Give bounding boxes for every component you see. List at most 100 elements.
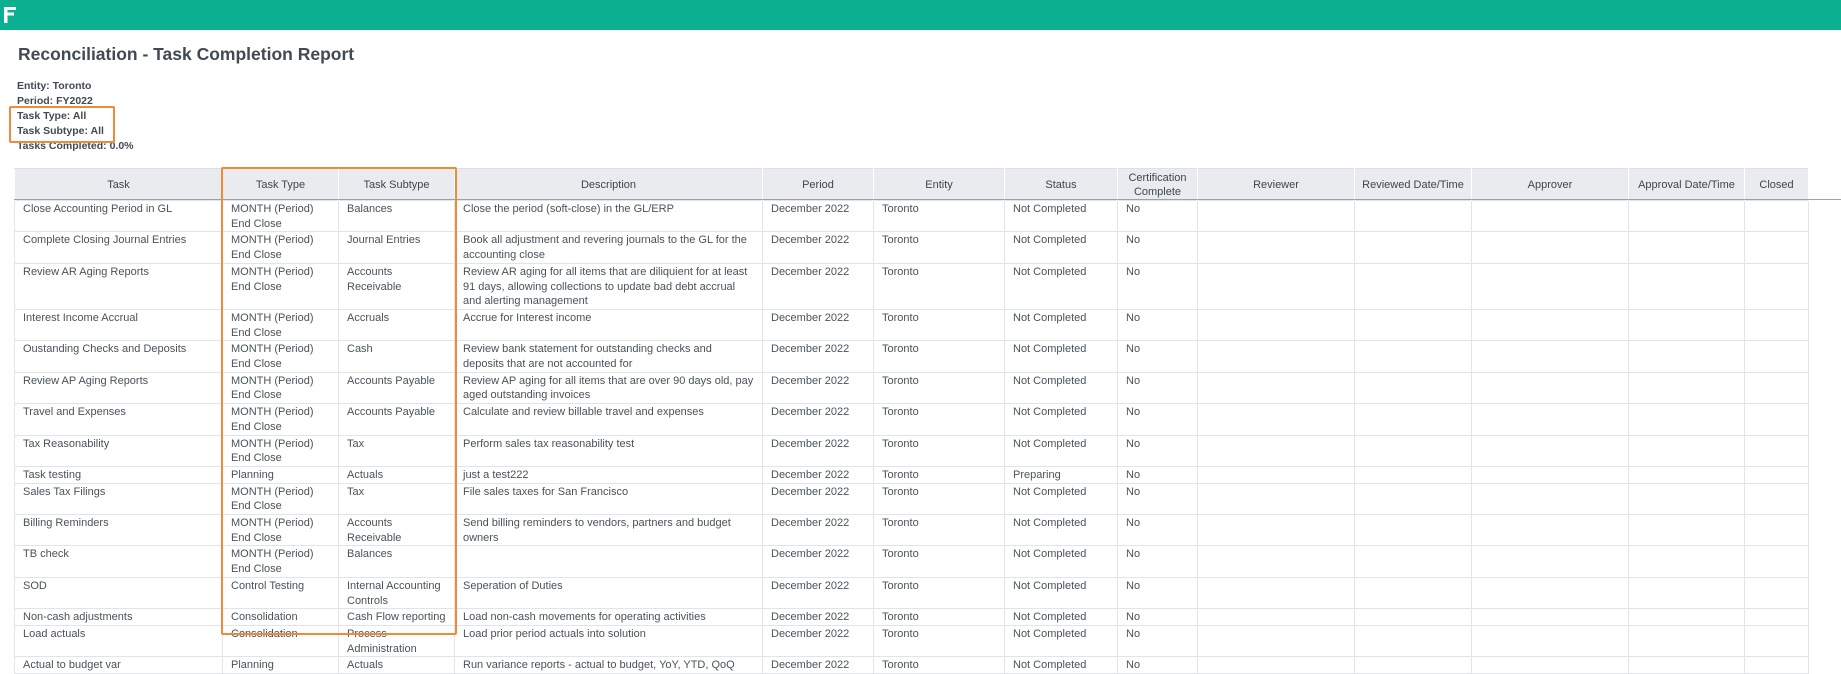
cell-approval-date-time — [1628, 624, 1745, 658]
cell-closed — [1744, 608, 1809, 626]
cell-closed — [1744, 308, 1809, 342]
cell-task: Oustanding Checks and Deposits — [14, 340, 223, 373]
cell-period: December 2022 — [762, 371, 874, 405]
cell-status: Not Completed — [1004, 340, 1118, 373]
task-type-columns-highlight — [221, 167, 457, 635]
cell-reviewed-date-time — [1354, 199, 1472, 233]
cell-closed — [1744, 656, 1809, 674]
cell-approval-date-time — [1628, 199, 1745, 233]
cell-entity: Toronto — [873, 199, 1005, 233]
cell-closed — [1744, 199, 1809, 233]
column-header-closed[interactable]: Closed — [1744, 168, 1809, 201]
cell-reviewed-date-time — [1354, 465, 1472, 484]
cell-approval-date-time — [1628, 576, 1745, 610]
cell-entity: Toronto — [873, 482, 1005, 516]
column-header-approver[interactable]: Approver — [1471, 168, 1629, 201]
cell-certification-complete: No — [1117, 656, 1198, 674]
cell-period: December 2022 — [762, 465, 874, 484]
cell-description: Perform sales tax reasonability test — [454, 434, 763, 467]
cell-certification-complete: No — [1117, 482, 1198, 516]
cell-reviewer — [1197, 482, 1355, 516]
cell-approval-date-time — [1628, 514, 1745, 547]
cell-description: Load non-cash movements for operating ac… — [454, 608, 763, 626]
cell-status: Not Completed — [1004, 608, 1118, 626]
cell-period: December 2022 — [762, 231, 874, 264]
cell-reviewer — [1197, 340, 1355, 373]
cell-entity: Toronto — [873, 403, 1005, 436]
cell-period: December 2022 — [762, 403, 874, 436]
cell-certification-complete: No — [1117, 545, 1198, 578]
cell-closed — [1744, 403, 1809, 436]
cell-description: Review AR aging for all items that are d… — [454, 262, 763, 310]
cell-reviewer — [1197, 624, 1355, 658]
cell-task: Actual to budget var — [14, 656, 223, 674]
cell-period: December 2022 — [762, 308, 874, 342]
cell-reviewed-date-time — [1354, 371, 1472, 405]
column-header-entity[interactable]: Entity — [873, 168, 1005, 201]
cell-status: Not Completed — [1004, 624, 1118, 658]
logo-icon[interactable] — [3, 6, 17, 24]
cell-approver — [1471, 231, 1629, 264]
column-header-description[interactable]: Description — [454, 168, 763, 201]
cell-period: December 2022 — [762, 624, 874, 658]
cell-approver — [1471, 199, 1629, 233]
cell-certification-complete: No — [1117, 340, 1198, 373]
cell-description: Calculate and review billable travel and… — [454, 403, 763, 436]
cell-approver — [1471, 434, 1629, 467]
cell-approval-date-time — [1628, 608, 1745, 626]
cell-reviewed-date-time — [1354, 608, 1472, 626]
cell-entity: Toronto — [873, 514, 1005, 547]
column-header-reviewer[interactable]: Reviewer — [1197, 168, 1355, 201]
cell-task: Load actuals — [14, 624, 223, 658]
column-header-task[interactable]: Task — [14, 168, 223, 201]
cell-certification-complete: No — [1117, 624, 1198, 658]
cell-approval-date-time — [1628, 403, 1745, 436]
cell-status: Not Completed — [1004, 199, 1118, 233]
column-header-period[interactable]: Period — [762, 168, 874, 201]
cell-description: Load prior period actuals into solution — [454, 624, 763, 658]
cell-entity: Toronto — [873, 340, 1005, 373]
cell-description: Book all adjustment and revering journal… — [454, 231, 763, 264]
cell-reviewer — [1197, 231, 1355, 264]
cell-task: Tax Reasonability — [14, 434, 223, 467]
cell-period: December 2022 — [762, 545, 874, 578]
cell-approver — [1471, 576, 1629, 610]
cell-reviewer — [1197, 434, 1355, 467]
cell-reviewed-date-time — [1354, 403, 1472, 436]
cell-status: Not Completed — [1004, 371, 1118, 405]
report-title: Reconciliation - Task Completion Report — [18, 44, 355, 64]
column-header-approval-date-time[interactable]: Approval Date/Time — [1628, 168, 1745, 201]
cell-reviewer — [1197, 514, 1355, 547]
cell-task: Non-cash adjustments — [14, 608, 223, 626]
column-header-status[interactable]: Status — [1004, 168, 1118, 201]
cell-status: Not Completed — [1004, 656, 1118, 674]
cell-status: Not Completed — [1004, 434, 1118, 467]
column-header-reviewed-date-time[interactable]: Reviewed Date/Time — [1354, 168, 1472, 201]
cell-period: December 2022 — [762, 514, 874, 547]
cell-approval-date-time — [1628, 482, 1745, 516]
cell-entity: Toronto — [873, 608, 1005, 626]
cell-approval-date-time — [1628, 262, 1745, 310]
cell-certification-complete: No — [1117, 371, 1198, 405]
cell-closed — [1744, 514, 1809, 547]
cell-certification-complete: No — [1117, 262, 1198, 310]
cell-reviewer — [1197, 465, 1355, 484]
cell-status: Not Completed — [1004, 308, 1118, 342]
cell-closed — [1744, 576, 1809, 610]
cell-description: Run variance reports - actual to budget,… — [454, 656, 763, 674]
cell-status: Not Completed — [1004, 262, 1118, 310]
cell-reviewer — [1197, 608, 1355, 626]
column-header-certification-complete[interactable]: Certification Complete — [1117, 168, 1198, 201]
table-row[interactable]: Actual to budget var Planning Actuals Run v… — [14, 656, 1809, 674]
cell-reviewer — [1197, 576, 1355, 610]
cell-closed — [1744, 482, 1809, 516]
cell-description: Accrue for Interest income — [454, 308, 763, 342]
cell-reviewed-date-time — [1354, 624, 1472, 658]
cell-task-subtype: Actuals — [338, 656, 455, 674]
cell-reviewer — [1197, 403, 1355, 436]
cell-period: December 2022 — [762, 434, 874, 467]
cell-period: December 2022 — [762, 340, 874, 373]
cell-task: Task testing — [14, 465, 223, 484]
cell-closed — [1744, 465, 1809, 484]
cell-period: December 2022 — [762, 199, 874, 233]
